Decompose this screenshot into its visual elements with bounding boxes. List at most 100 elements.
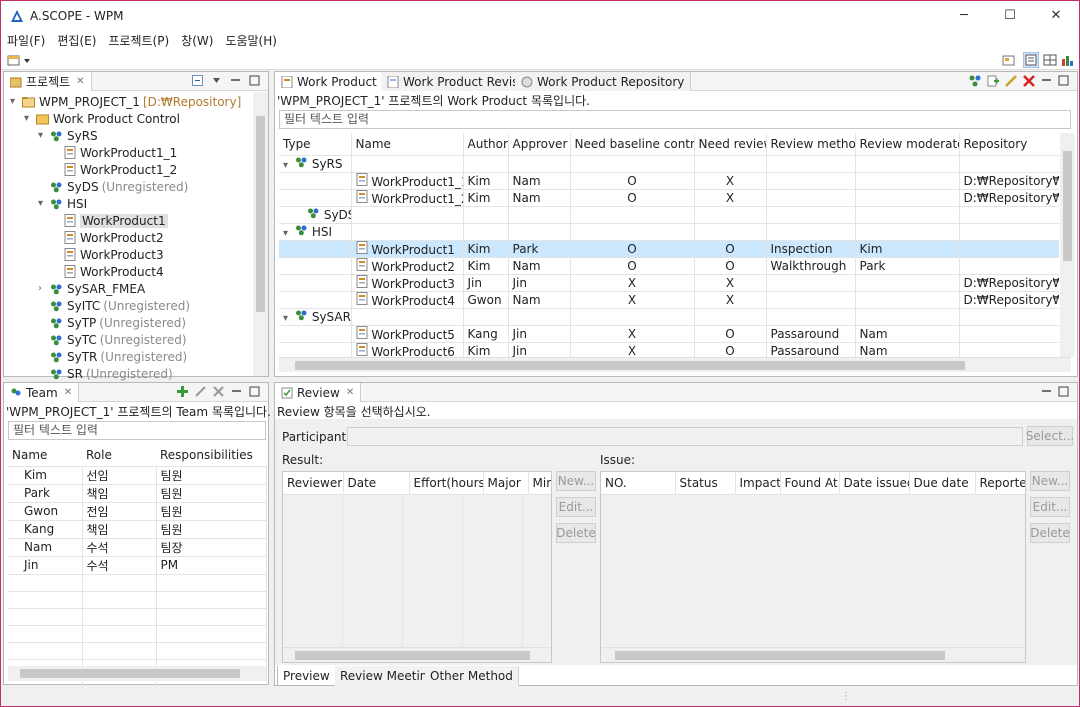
table-row[interactable]: Gwon 전임 팀원 (8, 502, 267, 521)
tree-item[interactable]: SyDS (Unregistered) (6, 178, 254, 195)
minimize-view-icon[interactable] (230, 75, 241, 86)
table-row[interactable]: WorkProduct1_1KimNamOX D:₩Repository₩SYR… (279, 172, 1059, 190)
column-header[interactable]: Type (279, 133, 352, 156)
result-delete-button[interactable]: Delete (556, 523, 596, 543)
maximize-view-icon[interactable] (1058, 386, 1069, 397)
select-participants-button[interactable]: Select... (1026, 426, 1074, 446)
result-new-button[interactable]: New... (556, 471, 596, 491)
column-header[interactable]: Need review (694, 133, 767, 156)
edit-icon[interactable] (1005, 75, 1017, 87)
chart-perspective-icon[interactable] (1060, 53, 1074, 67)
wpm-perspective-icon[interactable] (1023, 52, 1039, 68)
tree-expanded-icon[interactable]: ▾ (283, 313, 295, 324)
maximize-button[interactable]: ☐ (987, 1, 1033, 30)
work-product-h-scrollbar[interactable] (279, 357, 1071, 372)
maximize-view-icon[interactable] (249, 386, 260, 397)
tab-work-product-repository[interactable]: Work Product Repository (515, 72, 692, 91)
column-header[interactable]: Date (343, 472, 410, 495)
minimize-view-icon[interactable] (231, 386, 242, 397)
team-filter-input[interactable]: 필터 텍스트 입력 (8, 421, 266, 440)
edit-member-icon[interactable] (195, 386, 206, 397)
table-row[interactable]: WorkProduct4GwonNamXX D:₩Repository₩HSI (279, 291, 1059, 309)
column-header[interactable]: Found At (780, 472, 840, 495)
tab-project[interactable]: 프로젝트 ✕ (4, 72, 92, 91)
tree-expanded-icon[interactable]: ▾ (38, 198, 50, 209)
table-row[interactable]: WorkProduct3JinJinXX D:₩Repository₩HSI (279, 274, 1059, 292)
tree-expanded-icon[interactable]: ▾ (10, 96, 22, 107)
tree-expanded-icon[interactable]: ▾ (38, 130, 50, 141)
column-header[interactable]: Date issued (839, 472, 910, 495)
column-header[interactable]: Responsibilities (156, 444, 266, 467)
table-row[interactable]: Kang 책임 팀원 (8, 520, 267, 539)
table-row[interactable]: Park 책임 팀원 (8, 484, 267, 503)
delete-member-icon[interactable] (213, 386, 224, 397)
tree-expanded-icon[interactable]: ▾ (283, 160, 295, 171)
close-window-button[interactable]: ✕ (1033, 1, 1079, 30)
menu-window[interactable]: 창(W) (181, 32, 213, 49)
tree-expanded-icon[interactable]: ▾ (283, 228, 295, 239)
participants-field[interactable] (347, 427, 1023, 446)
delete-icon[interactable] (1023, 75, 1035, 87)
column-header[interactable]: Major (483, 472, 529, 495)
add-group-icon[interactable] (969, 75, 981, 87)
column-header[interactable]: Name (351, 133, 464, 156)
tree-item[interactable]: SyTP (Unregistered) (6, 314, 254, 331)
group-row[interactable]: ▾ SyRS (279, 155, 1059, 173)
column-header[interactable]: NO. (601, 472, 676, 495)
tree-item[interactable]: › SySAR_FMEA (6, 280, 254, 297)
collapse-all-icon[interactable] (192, 75, 203, 86)
menu-help[interactable]: 도움말(H) (225, 32, 277, 49)
column-header[interactable]: Status (675, 472, 736, 495)
column-header[interactable]: Reporter (975, 472, 1025, 495)
tree-item[interactable]: WorkProduct1 (6, 212, 254, 229)
issue-edit-button[interactable]: Edit... (1030, 497, 1070, 517)
tab-work-product[interactable]: Work Product ✕ (275, 72, 399, 91)
menu-file[interactable]: 파일(F) (7, 32, 45, 49)
add-work-product-icon[interactable] (987, 75, 999, 87)
close-tab-icon[interactable]: ✕ (76, 76, 84, 87)
group-row[interactable]: ▾ HSI (279, 223, 1059, 241)
review-perspective-icon[interactable] (1043, 53, 1057, 67)
add-member-icon[interactable] (177, 386, 188, 397)
issue-h-scrollbar[interactable] (601, 647, 1025, 662)
column-header[interactable]: Name (8, 444, 82, 467)
tree-item[interactable]: SR (Unregistered) (6, 365, 254, 382)
tree-item[interactable]: WorkProduct4 (6, 263, 254, 280)
tree-item[interactable]: ▾ HSI (6, 195, 254, 212)
table-row[interactable]: Jin 수석 PM (8, 556, 267, 575)
tab-other-method[interactable]: Other Method (425, 666, 519, 686)
table-row[interactable]: WorkProduct1 Kim Park O O Inspection Kim (279, 240, 1059, 258)
column-header[interactable]: Author (463, 133, 509, 156)
column-header[interactable]: Role (82, 444, 156, 467)
team-h-scrollbar[interactable] (8, 666, 266, 681)
maximize-view-icon[interactable] (249, 75, 260, 86)
project-tree-scrollbar[interactable] (253, 92, 268, 376)
tab-team[interactable]: Team ✕ (4, 383, 80, 402)
tree-collapsed-icon[interactable]: › (38, 283, 50, 294)
tree-item[interactable]: ▾ Work Product Control (6, 110, 254, 127)
new-wizard-icon[interactable] (7, 53, 31, 67)
tree-item[interactable]: ▾ WPM_PROJECT_1 [D:₩Repository] (6, 93, 254, 110)
issue-delete-button[interactable]: Delete (1030, 523, 1070, 543)
maximize-view-icon[interactable] (1058, 75, 1069, 86)
tree-item[interactable]: SyITC (Unregistered) (6, 297, 254, 314)
column-header[interactable]: Repository (959, 133, 1059, 156)
minimize-view-icon[interactable] (1041, 75, 1052, 86)
tab-preview[interactable]: Preview (277, 666, 336, 686)
work-product-v-scrollbar[interactable] (1060, 133, 1075, 357)
menu-edit[interactable]: 편집(E) (57, 32, 96, 49)
work-product-filter-input[interactable]: 필터 텍스트 입력 (279, 110, 1071, 129)
column-header[interactable]: Review method (766, 133, 856, 156)
column-header[interactable]: Review moderator (855, 133, 960, 156)
column-header[interactable]: Min (528, 472, 551, 495)
table-row[interactable]: WorkProduct5 Kang Jin X O Passaround Nam (279, 325, 1059, 343)
column-header[interactable]: Due date (909, 472, 976, 495)
table-row[interactable]: WorkProduct1_2KimNamOX D:₩Repository₩SYR… (279, 189, 1059, 207)
table-row[interactable]: Nam 수석 팀장 (8, 538, 267, 557)
tree-item[interactable]: WorkProduct3 (6, 246, 254, 263)
tree-item[interactable]: SyTC (Unregistered) (6, 331, 254, 348)
tree-item[interactable]: WorkProduct1_1 (6, 144, 254, 161)
close-tab-icon[interactable]: ✕ (64, 387, 72, 398)
menu-project[interactable]: 프로젝트(P) (108, 32, 169, 49)
minimize-button[interactable]: ─ (941, 1, 987, 30)
